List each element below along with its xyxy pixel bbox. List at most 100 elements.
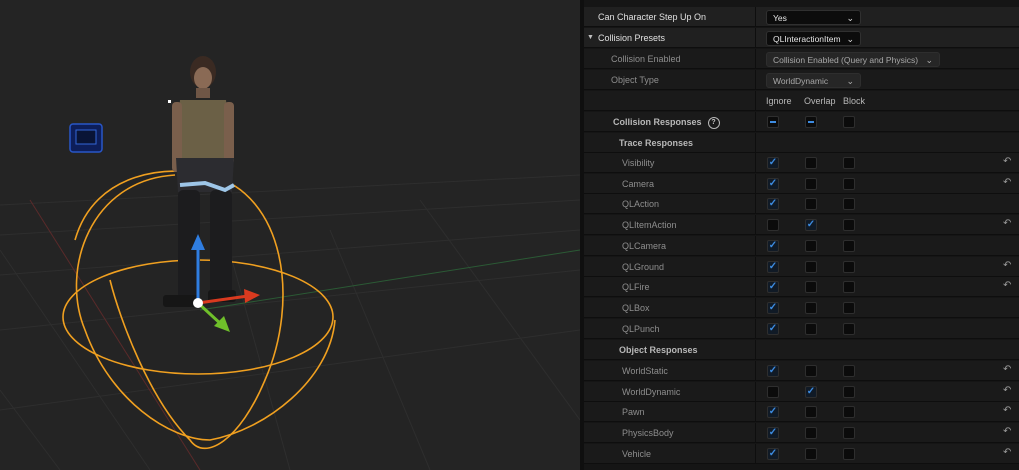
overlap-checkbox[interactable] — [805, 322, 817, 335]
overlap-checkbox[interactable] — [805, 281, 817, 294]
viewport-scene — [0, 56, 580, 470]
response-channel-label: WorldDynamic — [622, 386, 681, 397]
collision-responses-text: Collision Responses — [613, 117, 702, 127]
ignore-checkbox[interactable]: ✓ — [767, 281, 779, 294]
ignore-checkbox[interactable]: ✓ — [767, 239, 779, 252]
response-channel-label: WorldStatic — [622, 366, 668, 376]
block-checkbox[interactable] — [843, 198, 855, 211]
reset-to-default-icon[interactable]: ↶ — [1003, 260, 1011, 271]
response-row: QLAction ✓ — [584, 194, 1019, 215]
overlap-column-header: Overlap — [804, 96, 836, 106]
overlap-checkbox[interactable] — [805, 447, 817, 460]
ground-grid — [0, 174, 580, 470]
responses-ignore-all-checkbox[interactable] — [767, 116, 779, 128]
reset-to-default-icon[interactable]: ↶ — [1003, 280, 1011, 291]
ignore-checkbox[interactable]: ✓ — [767, 406, 779, 419]
block-checkbox[interactable] — [843, 427, 855, 440]
block-checkbox[interactable] — [843, 239, 855, 252]
details-panel: Can Character Step Up On Yes ⌄ ▼ Collisi… — [584, 0, 1019, 470]
step-up-value: Yes — [773, 13, 787, 23]
overlap-checkbox[interactable] — [805, 157, 817, 169]
response-row: QLBox ✓ — [584, 297, 1019, 318]
reset-to-default-icon[interactable]: ↶ — [1003, 156, 1011, 167]
ignore-checkbox[interactable]: ✓ — [767, 322, 779, 335]
object-type-name-cell: Object Type — [584, 70, 756, 90]
response-row: Pawn ✓ ↶ — [584, 402, 1019, 423]
collision-responses-name-cell: Collision Responses? — [584, 112, 756, 132]
block-checkbox[interactable] — [843, 219, 855, 232]
block-checkbox[interactable] — [843, 260, 855, 273]
response-name-cell: QLCamera — [584, 235, 756, 256]
overlap-checkbox[interactable]: ✓ — [805, 219, 817, 232]
response-channel-label: QLGround — [622, 261, 665, 272]
collision-enabled-name-cell: Collision Enabled — [584, 49, 756, 69]
overlap-checkbox[interactable]: ✓ — [805, 385, 817, 398]
collision-presets-dropdown[interactable]: QLInteractionItem ⌄ — [766, 31, 861, 46]
overlap-checkbox[interactable] — [805, 177, 817, 190]
response-row: Visibility ✓ ↶ — [584, 153, 1019, 173]
overlap-checkbox[interactable] — [805, 406, 817, 419]
reset-to-default-icon[interactable]: ↶ — [1003, 405, 1011, 416]
block-checkbox[interactable] — [843, 157, 855, 169]
block-checkbox[interactable] — [843, 281, 855, 294]
ignore-checkbox[interactable]: ✓ — [767, 301, 779, 314]
ignore-checkbox[interactable]: ✓ — [767, 198, 779, 211]
responses-overlap-all-checkbox[interactable] — [805, 116, 817, 128]
ignore-checkbox[interactable]: ✓ — [767, 427, 779, 440]
response-row: WorldDynamic ✓ ↶ — [584, 381, 1019, 402]
reset-to-default-icon[interactable]: ↶ — [1003, 364, 1011, 375]
block-column-header: Block — [843, 96, 866, 106]
block-checkbox[interactable] — [843, 177, 855, 190]
responses-block-all-checkbox[interactable] — [843, 116, 855, 128]
object-responses-row: Object Responses — [584, 340, 1019, 360]
response-row: Camera ✓ ↶ — [584, 173, 1019, 194]
camera-actor-icon[interactable] — [69, 123, 103, 153]
ignore-checkbox[interactable] — [767, 219, 779, 232]
level-viewport[interactable] — [0, 0, 580, 470]
block-checkbox[interactable] — [843, 322, 855, 335]
block-checkbox[interactable] — [843, 385, 855, 398]
reset-to-default-icon[interactable]: ↶ — [1003, 218, 1011, 229]
gizmo-pivot[interactable] — [193, 298, 203, 308]
response-channel-label: Pawn — [622, 407, 645, 418]
object-type-label: Object Type — [611, 75, 659, 85]
reset-to-default-icon[interactable]: ↶ — [1003, 447, 1011, 458]
block-checkbox[interactable] — [843, 301, 855, 314]
response-channel-label: QLBox — [622, 302, 650, 313]
step-up-dropdown[interactable]: Yes ⌄ — [766, 10, 861, 25]
response-row: QLItemAction ✓ ↶ — [584, 215, 1019, 236]
reset-to-default-icon[interactable]: ↶ — [1003, 385, 1011, 396]
response-row: QLPunch ✓ — [584, 318, 1019, 339]
help-icon[interactable]: ? — [707, 116, 720, 129]
step-up-label: Can Character Step Up On — [598, 12, 707, 22]
ignore-checkbox[interactable] — [767, 385, 779, 398]
collision-enabled-dropdown[interactable]: Collision Enabled (Query and Physics) ⌄ — [766, 52, 940, 67]
overlap-checkbox[interactable] — [805, 301, 817, 314]
ignore-checkbox[interactable]: ✓ — [767, 260, 779, 273]
ignore-checkbox[interactable]: ✓ — [767, 157, 779, 169]
response-name-cell: Visibility — [584, 153, 756, 173]
object-type-dropdown[interactable]: WorldDynamic ⌄ — [766, 73, 861, 88]
collision-presets-row: ▼ Collision Presets QLInteractionItem ⌄ — [584, 28, 1019, 48]
block-checkbox[interactable] — [843, 447, 855, 460]
ignore-checkbox[interactable]: ✓ — [767, 447, 779, 460]
object-responses-name-cell: Object Responses — [584, 340, 756, 360]
reset-to-default-icon[interactable]: ↶ — [1003, 177, 1011, 188]
overlap-checkbox[interactable] — [805, 427, 817, 440]
response-row: WorldStatic ✓ ↶ — [584, 361, 1019, 381]
collision-presets-label: Collision Presets — [598, 33, 666, 43]
block-checkbox[interactable] — [843, 406, 855, 419]
response-name-cell: QLFire — [584, 277, 756, 298]
ignore-checkbox[interactable]: ✓ — [767, 177, 779, 190]
overlap-checkbox[interactable] — [805, 365, 817, 377]
reset-to-default-icon[interactable]: ↶ — [1003, 426, 1011, 437]
response-channel-label: QLFire — [622, 282, 650, 293]
response-channel-label: QLItemAction — [622, 220, 677, 231]
overlap-checkbox[interactable] — [805, 260, 817, 273]
overlap-checkbox[interactable] — [805, 198, 817, 211]
block-checkbox[interactable] — [843, 365, 855, 377]
overlap-checkbox[interactable] — [805, 239, 817, 252]
ignore-checkbox[interactable]: ✓ — [767, 365, 779, 377]
expand-triangle-icon[interactable]: ▼ — [587, 28, 594, 48]
response-column-header-name-cell — [584, 91, 756, 111]
